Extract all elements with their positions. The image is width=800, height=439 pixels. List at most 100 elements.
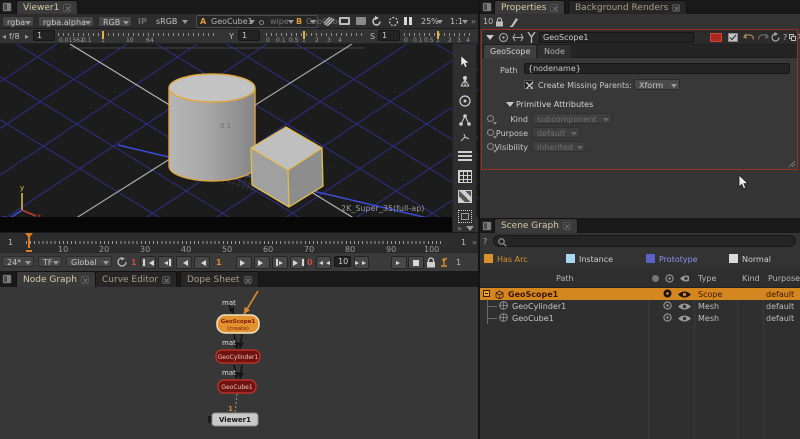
redo-icon[interactable]: [757, 33, 769, 42]
node-name-field[interactable]: GeoScope1: [539, 32, 694, 43]
panel-menu-icon[interactable]: [2, 274, 12, 284]
visibility-2d-icon[interactable]: [652, 275, 659, 282]
render-button[interactable]: [408, 256, 424, 269]
b-input-select[interactable]: GeoCube1: [302, 16, 318, 27]
render-visibility-icon[interactable]: [665, 274, 674, 283]
float-panel-icon[interactable]: [789, 34, 794, 39]
node-connection[interactable]: [240, 334, 242, 349]
node-geocube1[interactable]: GeoCube1: [218, 380, 256, 393]
play-forward-button[interactable]: [236, 256, 252, 269]
tab-scene-graph[interactable]: Scene Graph ×: [494, 218, 578, 233]
expander-icon[interactable]: [483, 290, 490, 297]
playback-field-value[interactable]: 1: [456, 258, 461, 267]
viewer-visibility-icon[interactable]: [680, 274, 689, 283]
pause-icon[interactable]: [409, 17, 412, 25]
panel-collapse-icon[interactable]: [486, 35, 494, 44]
node-geocylinder1[interactable]: GeoCylinder1: [216, 350, 260, 363]
close-icon[interactable]: ×: [162, 276, 170, 284]
tab-properties[interactable]: Properties ×: [494, 0, 565, 14]
input-process-toggle[interactable]: IP: [138, 17, 147, 26]
node-geoscope1[interactable]: GeoScope1 (create): [217, 315, 259, 333]
tab-viewer1[interactable]: Viewer1 ×: [16, 0, 78, 14]
a-input-select[interactable]: GeoCube1: [207, 16, 257, 27]
channel-select[interactable]: rgba: [2, 16, 34, 27]
display-channels-select[interactable]: RGB: [98, 16, 132, 27]
checker-icon[interactable]: [458, 190, 472, 203]
wipe-mode-select[interactable]: wipe: [266, 16, 296, 27]
tab-background-renders[interactable]: Background Renders ×: [568, 0, 687, 14]
purpose-select[interactable]: default: [532, 127, 580, 138]
playhead-flag-icon[interactable]: [25, 233, 33, 242]
gamma-slider[interactable]: [266, 33, 362, 36]
slider-overflow-icon[interactable]: »: [472, 238, 476, 247]
fstop-label[interactable]: f/8: [9, 32, 20, 41]
center-node-icon[interactable]: [498, 32, 509, 43]
roi-icon[interactable]: [388, 16, 399, 27]
fstop-next-icon[interactable]: ▸: [25, 32, 29, 41]
framebuffer-icon[interactable]: [356, 17, 366, 25]
column-type[interactable]: Type: [698, 274, 716, 283]
saturation-input[interactable]: 1: [378, 30, 400, 41]
help-icon[interactable]: ?: [783, 33, 787, 42]
panel-menu-icon[interactable]: [2, 2, 12, 12]
column-path[interactable]: Path: [556, 274, 574, 283]
close-icon[interactable]: ×: [244, 276, 252, 284]
a-buffer-label[interactable]: A: [200, 17, 206, 26]
flipbook-button[interactable]: [391, 256, 407, 269]
tab-node[interactable]: Node: [538, 45, 571, 58]
viewer-visibility-toggle[interactable]: [678, 314, 691, 323]
scene-graph-row-geocube1[interactable]: GeoCube1 Mesh default: [480, 312, 800, 324]
layers-stack-icon[interactable]: [458, 151, 472, 161]
go-to-start-button[interactable]: [140, 256, 156, 269]
node-viewer1[interactable]: Viewer1: [208, 413, 258, 426]
max-panels-value[interactable]: 10: [483, 17, 493, 26]
current-frame-value[interactable]: 1: [216, 258, 222, 267]
panel-menu-icon[interactable]: [482, 221, 492, 231]
decrement-button[interactable]: [316, 256, 331, 269]
manage-knobs-icon[interactable]: [728, 33, 738, 42]
column-kind[interactable]: Kind: [742, 274, 760, 283]
viewer-visibility-toggle[interactable]: [678, 290, 691, 299]
fps-select[interactable]: 24*: [2, 256, 34, 267]
group-collapse-icon[interactable]: [506, 102, 514, 111]
node-color-swatch[interactable]: [710, 33, 722, 42]
gain-slider[interactable]: [58, 33, 218, 36]
close-icon[interactable]: ×: [63, 4, 71, 12]
close-icon[interactable]: ×: [672, 4, 680, 12]
visibility-select[interactable]: inherited: [532, 141, 586, 152]
loop-mode-icon[interactable]: [116, 257, 128, 268]
viewer-3d-viewport[interactable]: y x z 0.1 2K_Super_35(full-ap): [0, 44, 478, 217]
node-inputs-icon[interactable]: [512, 32, 524, 43]
proxy-stripes-icon[interactable]: [324, 17, 334, 26]
clear-panels-icon[interactable]: [509, 17, 519, 27]
tf-select[interactable]: TF: [38, 256, 62, 267]
scale-tool-icon[interactable]: [458, 113, 472, 127]
wipe-center-icon[interactable]: [259, 20, 264, 25]
column-purpose[interactable]: Purpose: [768, 274, 800, 283]
create-parents-checkbox[interactable]: [524, 80, 533, 89]
viewer-visibility-toggle[interactable]: [678, 302, 691, 311]
scene-graph-row-geoscope1[interactable]: GeoScope1 Scope default: [480, 288, 800, 300]
pause-icon[interactable]: [404, 17, 407, 25]
kind-animation-menu[interactable]: [487, 115, 494, 122]
tab-node-graph[interactable]: Node Graph ×: [16, 271, 96, 287]
step-back-button[interactable]: [194, 256, 210, 269]
revert-icon[interactable]: [770, 32, 781, 43]
tab-curve-editor[interactable]: Curve Editor ×: [95, 271, 177, 287]
search-input[interactable]: [493, 235, 796, 247]
close-icon[interactable]: ×: [550, 4, 558, 12]
range-mode-select[interactable]: Global: [66, 256, 112, 267]
viewer-process-select[interactable]: sRGB: [152, 16, 190, 27]
lock-range-icon[interactable]: [426, 257, 436, 268]
go-to-end-button[interactable]: [290, 256, 306, 269]
prev-keyframe-button[interactable]: [158, 256, 174, 269]
panel-resize-handle[interactable]: [788, 160, 796, 168]
select-tool-icon[interactable]: [460, 56, 470, 68]
pin-icon[interactable]: [527, 32, 536, 43]
play-backward-button[interactable]: [176, 256, 192, 269]
zoom-level-select[interactable]: 25%: [417, 16, 445, 27]
node-connection-selected[interactable]: [244, 291, 258, 314]
tab-dope-sheet[interactable]: Dope Sheet ×: [180, 271, 259, 287]
gain-input[interactable]: 1: [33, 30, 55, 41]
scene-graph-row-geocylinder1[interactable]: GeoCylinder1 Mesh default: [480, 300, 800, 312]
